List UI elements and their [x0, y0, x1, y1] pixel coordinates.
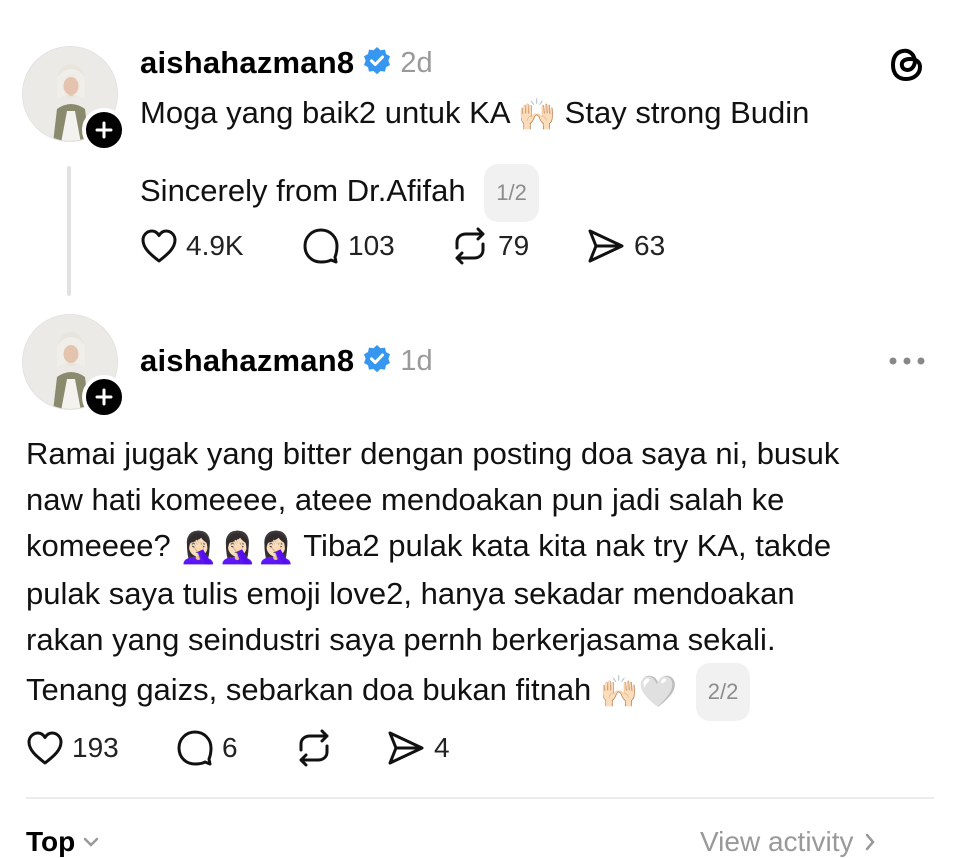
raising-hands-heart-emoji: 🙌🏻🤍 — [599, 673, 678, 709]
send-icon — [588, 229, 624, 263]
reply-button[interactable]: 6 — [176, 728, 238, 768]
post-text-segment: Moga yang baik2 untuk KA — [140, 95, 509, 130]
repost-button[interactable]: 79 — [450, 226, 529, 266]
share-count: 4 — [434, 732, 450, 763]
heart-icon — [141, 229, 177, 263]
like-count: 193 — [72, 732, 119, 763]
like-button[interactable]: 193 — [26, 728, 119, 768]
like-count: 4.9K — [186, 230, 244, 261]
comment-icon — [177, 730, 213, 766]
post-line: naw hati komeeee, ateee mendoakan pun ja… — [26, 482, 785, 517]
post-text-segment: Tiba2 pulak kata kita nak try KA, takde — [303, 528, 832, 563]
verified-badge-icon — [362, 344, 392, 379]
follow-plus-button[interactable] — [82, 375, 126, 419]
plus-icon — [95, 121, 113, 139]
share-count: 63 — [634, 230, 666, 261]
repost-count: 79 — [498, 230, 530, 261]
reply-count: 6 — [222, 732, 238, 763]
view-activity-label: View activity — [700, 826, 854, 857]
post-line: Moga yang baik2 untuk KA 🙌🏻 Stay strong … — [140, 90, 920, 138]
plus-icon — [95, 388, 113, 406]
post-line: Ramai jugak yang bitter dengan posting d… — [26, 436, 840, 471]
more-options-icon[interactable] — [888, 354, 926, 368]
username[interactable]: aishahazman8 — [140, 343, 354, 379]
section-divider — [26, 797, 934, 799]
sort-label: Top — [26, 826, 76, 857]
thread-connector-line — [67, 166, 71, 296]
thread-counter-badge: 1/2 — [484, 163, 539, 222]
reply-count: 103 — [348, 230, 395, 261]
post-text-segment: Stay strong Budin — [564, 95, 810, 130]
post-time: 2d — [400, 46, 433, 79]
repost-icon — [299, 729, 329, 767]
reply-button[interactable]: 103 — [302, 226, 395, 266]
post-header: aishahazman8 1d — [140, 340, 433, 382]
heart-icon — [27, 731, 63, 765]
username[interactable]: aishahazman8 — [140, 45, 354, 81]
post-body: Moga yang baik2 untuk KA 🙌🏻 Stay strong … — [140, 90, 920, 222]
post-body: Ramai jugak yang bitter dengan posting d… — [26, 431, 936, 721]
thread-counter-badge: 2/2 — [695, 662, 751, 721]
verified-badge-icon — [362, 46, 392, 81]
raising-hands-emoji: 🙌🏻 — [517, 96, 557, 132]
send-icon — [388, 731, 424, 765]
post-time: 1d — [400, 344, 433, 377]
post-text-segment: komeeee? — [26, 528, 171, 563]
post-text-segment: Sincerely from Dr.Afifah — [140, 173, 466, 208]
chevron-right-icon — [865, 833, 875, 851]
follow-plus-button[interactable] — [82, 108, 126, 152]
post-line: pulak saya tulis emoji love2, hanya seka… — [26, 575, 795, 611]
comment-icon — [303, 228, 339, 264]
chevron-down-icon — [83, 837, 99, 847]
post-line: komeeee? 🤦🏻‍♀️🤦🏻‍♀️🤦🏻‍♀️ Tiba2 pulak kat… — [26, 523, 936, 571]
share-button[interactable]: 4 — [386, 728, 450, 768]
view-activity-link[interactable]: View activity — [700, 826, 876, 858]
facepalm-emoji: 🤦🏻‍♀️🤦🏻‍♀️🤦🏻‍♀️ — [179, 529, 296, 565]
post-line: Sincerely from Dr.Afifah 1/2 — [140, 163, 920, 222]
repost-button[interactable] — [294, 728, 342, 768]
threads-logo-icon[interactable] — [888, 44, 926, 84]
post-text-segment: Tenang gaizs, sebarkan doa bukan fitnah — [26, 672, 592, 707]
sort-dropdown[interactable]: Top — [26, 826, 99, 858]
post-line: Tenang gaizs, sebarkan doa bukan fitnah … — [26, 662, 936, 721]
share-button[interactable]: 63 — [586, 226, 665, 266]
like-button[interactable]: 4.9K — [140, 226, 244, 266]
post-line: rakan yang seindustri saya pernh berkerj… — [26, 621, 776, 657]
post-header: aishahazman8 2d — [140, 42, 433, 84]
repost-icon — [455, 227, 485, 265]
